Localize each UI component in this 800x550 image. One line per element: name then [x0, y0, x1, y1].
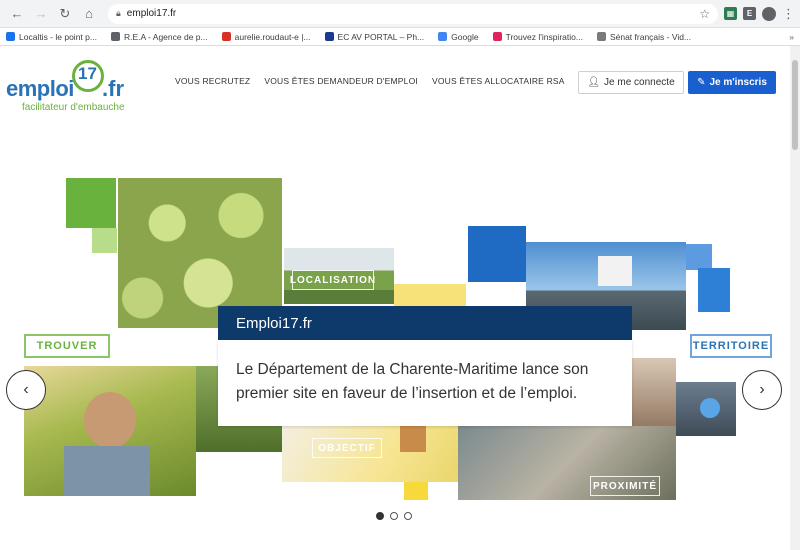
carousel-prev-button[interactable]: ‹ [6, 370, 46, 410]
bookmark-star-icon[interactable]: ☆ [699, 7, 710, 21]
bookmark-favicon-icon [596, 32, 606, 41]
nav-recruiter[interactable]: VOUS RECRUTEZ [175, 76, 250, 86]
signup-button[interactable]: ✎ Je m'inscris [688, 71, 776, 94]
mid-blue-square [698, 268, 730, 312]
bookmark-label: R.E.A - Agence de p... [123, 31, 208, 42]
carousel-dot[interactable] [390, 512, 398, 520]
small-yellow-square [404, 482, 428, 500]
tag-trouver: TROUVER [24, 334, 110, 358]
logo-tagline: facilitateur d'embauche [22, 102, 125, 113]
carousel-dot[interactable] [404, 512, 412, 520]
address-bar[interactable]: 🔒︎ emploi17.fr ☆ [108, 3, 718, 24]
scroll-thumb[interactable] [792, 60, 798, 150]
nav-rsa[interactable]: VOUS ÊTES ALLOCATAIRE RSA [432, 76, 565, 86]
tag-territoire: TERRITOIRE [690, 334, 772, 358]
hero-carousel: LOCALISATION TROUVER OBJECTIF TERRITOIRE… [0, 170, 790, 500]
green-square [66, 178, 116, 228]
bookmark-item[interactable]: aurelie.roudaut-e |... [221, 31, 311, 42]
more-bookmarks-button[interactable]: » [789, 32, 794, 42]
bookmark-label: Google [451, 31, 479, 42]
bookmark-item[interactable]: Sénat français - Vid... [596, 31, 692, 42]
bookmark-item[interactable]: Google [438, 31, 479, 42]
login-button[interactable]: 👤︎ Je me connecte [578, 71, 684, 94]
bookmark-favicon-icon [6, 32, 15, 41]
yellow-block [394, 284, 466, 306]
profile-avatar-icon[interactable] [762, 6, 776, 21]
reload-icon[interactable]: ↻ [56, 5, 74, 23]
lock-icon: 🔒︎ [116, 8, 121, 18]
localisation-label: LOCALISATION [290, 270, 375, 290]
bookmark-item[interactable]: EC AV PORTAL – Ph... [324, 31, 425, 42]
browser-menu-icon[interactable]: ⋮ [782, 6, 795, 22]
hero-card-text: Le Département de la Charente-Maritime l… [218, 340, 632, 426]
bookmark-favicon-icon [221, 32, 231, 41]
login-label: Je me connecte [604, 77, 675, 88]
bookmark-favicon-icon [324, 32, 334, 41]
bookmark-favicon-icon [110, 32, 120, 41]
wooden-block-icon [400, 426, 426, 452]
page-viewport: emploi 17 .fr facilitateur d'embauche VO… [0, 46, 800, 550]
forward-arrow-icon[interactable]: → [32, 5, 50, 23]
extension-icon[interactable]: ▦ [724, 7, 737, 20]
bookmark-label: EC AV PORTAL – Ph... [337, 31, 425, 42]
bookmark-item[interactable]: Trouvez l'inspiratio... [492, 31, 583, 42]
bookmark-label: Localtis - le point p... [19, 31, 97, 42]
blue-square [468, 226, 526, 282]
hero-card-title: Emploi17.fr [218, 306, 632, 340]
back-arrow-icon[interactable]: ← [8, 5, 26, 23]
browser-toolbar: ← → ↻ ⌂ 🔒︎ emploi17.fr ☆ ▦ E ⋮ [0, 0, 800, 28]
light-blue-square [686, 244, 712, 270]
logo-word: emploi [6, 76, 74, 101]
person-shirt [64, 446, 150, 496]
fishing-hut [598, 256, 632, 286]
site-header: emploi 17 .fr facilitateur d'embauche VO… [0, 46, 790, 118]
person-face [84, 392, 136, 448]
carousel-dot[interactable] [376, 512, 384, 520]
signup-label: Je m'inscris [709, 77, 767, 88]
proximite-label: PROXIMITÉ [590, 476, 660, 496]
site-logo[interactable]: emploi 17 .fr facilitateur d'embauche [6, 54, 136, 113]
location-badge-icon [700, 398, 720, 418]
light-green-square [92, 228, 117, 253]
bookmark-item[interactable]: R.E.A - Agence de p... [110, 31, 208, 42]
chevron-right-icon: › [759, 381, 765, 398]
pencil-icon: ✎ [697, 77, 706, 88]
logo-number: 17 [78, 64, 97, 83]
bookmark-favicon-icon [438, 32, 448, 41]
carousel-next-button[interactable]: › [742, 370, 782, 410]
chevron-left-icon: ‹ [23, 381, 29, 398]
objectif-label: OBJECTIF [312, 438, 382, 458]
bookmark-label: Sénat français - Vid... [609, 31, 692, 42]
woman-photo [632, 358, 676, 436]
bookmark-item[interactable]: Localtis - le point p... [6, 32, 97, 42]
main-nav: VOUS RECRUTEZ VOUS ÊTES DEMANDEUR D'EMPL… [175, 76, 565, 86]
home-icon[interactable]: ⌂ [80, 5, 98, 23]
scrollbar[interactable] [790, 46, 800, 550]
extension-e-icon[interactable]: E [743, 7, 756, 20]
bookmark-label: aurelie.roudaut-e |... [234, 31, 311, 42]
bookmarks-bar: Localtis - le point p... R.E.A - Agence d… [0, 28, 800, 46]
user-icon: 👤︎ [587, 77, 601, 88]
url-text: emploi17.fr [126, 8, 177, 19]
bookmark-favicon-icon [492, 32, 502, 41]
logo-tld: .fr [102, 76, 124, 101]
nav-job-seeker[interactable]: VOUS ÊTES DEMANDEUR D'EMPLOI [264, 76, 418, 86]
bookmark-label: Trouvez l'inspiratio... [505, 31, 583, 42]
carousel-dots [376, 512, 412, 520]
